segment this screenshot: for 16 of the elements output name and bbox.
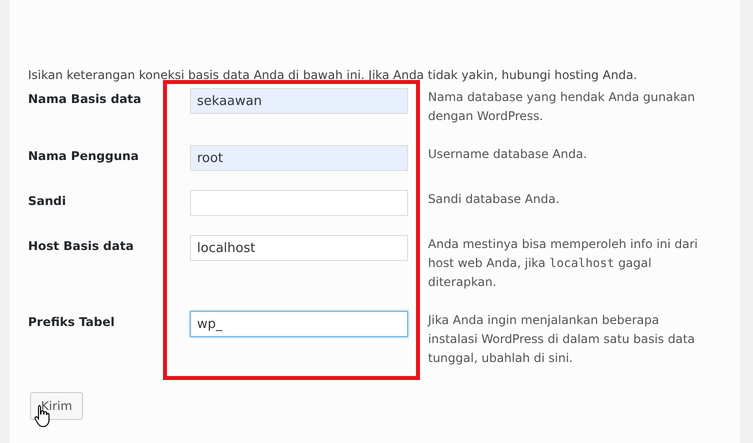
field-label: Prefiks Tabel — [28, 314, 116, 331]
field-description: Anda mestinya bisa memperoleh info ini dari host web Anda, jika localhost gagal diterapkan. — [428, 236, 699, 291]
intro-text: Isikan keterangan koneksi basis data Anda di bawah ini. Jika Anda tidak yakin, hubungi hosting Anda. — [28, 67, 638, 84]
input-field[interactable] — [190, 190, 408, 216]
field-description: Jika Anda ingin menjalankan beberapa instalasi WordPress di dalam satu basis data tunggal, ubahlah di sini. — [428, 312, 696, 367]
field-description: Username database Anda. — [428, 146, 588, 163]
field-label: Sandi — [28, 193, 67, 210]
input-field[interactable]: localhost — [190, 235, 408, 261]
input-field[interactable]: sekaawan — [190, 88, 408, 114]
input-field[interactable]: wp_ — [190, 311, 408, 337]
input-field[interactable]: root — [190, 145, 408, 171]
field-description: Sandi database Anda. — [428, 191, 560, 208]
field-label: Nama Basis data — [28, 91, 142, 108]
field-label: Host Basis data — [28, 238, 135, 255]
field-description: Nama database yang hendak Anda gunakan dengan WordPress. — [428, 89, 696, 125]
field-label: Nama Pengguna — [28, 148, 140, 165]
